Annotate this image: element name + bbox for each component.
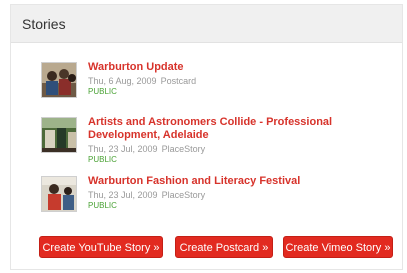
story-type: PlaceStory xyxy=(161,190,206,200)
create-postcard-button[interactable]: Create Postcard » xyxy=(175,236,273,258)
story-meta: Thu, 6 Aug, 2009 Postcard xyxy=(88,75,388,87)
story-title-link[interactable]: Warburton Fashion and Literacy Festival xyxy=(88,175,388,188)
section-title: Stories xyxy=(22,16,66,32)
story-date: Thu, 23 Jul, 2009 xyxy=(88,144,158,154)
story-date: Thu, 23 Jul, 2009 xyxy=(88,190,158,200)
story-thumbnail[interactable] xyxy=(41,117,77,153)
story-status: PUBLIC xyxy=(88,155,117,164)
story-meta: Thu, 23 Jul, 2009 PlaceStory xyxy=(88,189,388,201)
story-type: Postcard xyxy=(160,76,197,86)
story-meta: Thu, 23 Jul, 2009 PlaceStory xyxy=(88,143,388,155)
story-status: PUBLIC xyxy=(88,87,117,96)
story-title-link[interactable]: Warburton Update xyxy=(88,61,388,74)
create-vimeo-story-button[interactable]: Create Vimeo Story » xyxy=(283,236,393,258)
story-thumbnail[interactable] xyxy=(41,62,77,98)
story-thumbnail[interactable] xyxy=(41,176,77,212)
story-type: PlaceStory xyxy=(161,144,206,154)
story-title-link[interactable]: Artists and Astronomers Collide - Profes… xyxy=(88,116,388,142)
story-date: Thu, 6 Aug, 2009 xyxy=(88,76,157,86)
create-youtube-story-button[interactable]: Create YouTube Story » xyxy=(39,236,163,258)
story-status: PUBLIC xyxy=(88,201,117,210)
panel-header: Stories xyxy=(11,5,402,43)
